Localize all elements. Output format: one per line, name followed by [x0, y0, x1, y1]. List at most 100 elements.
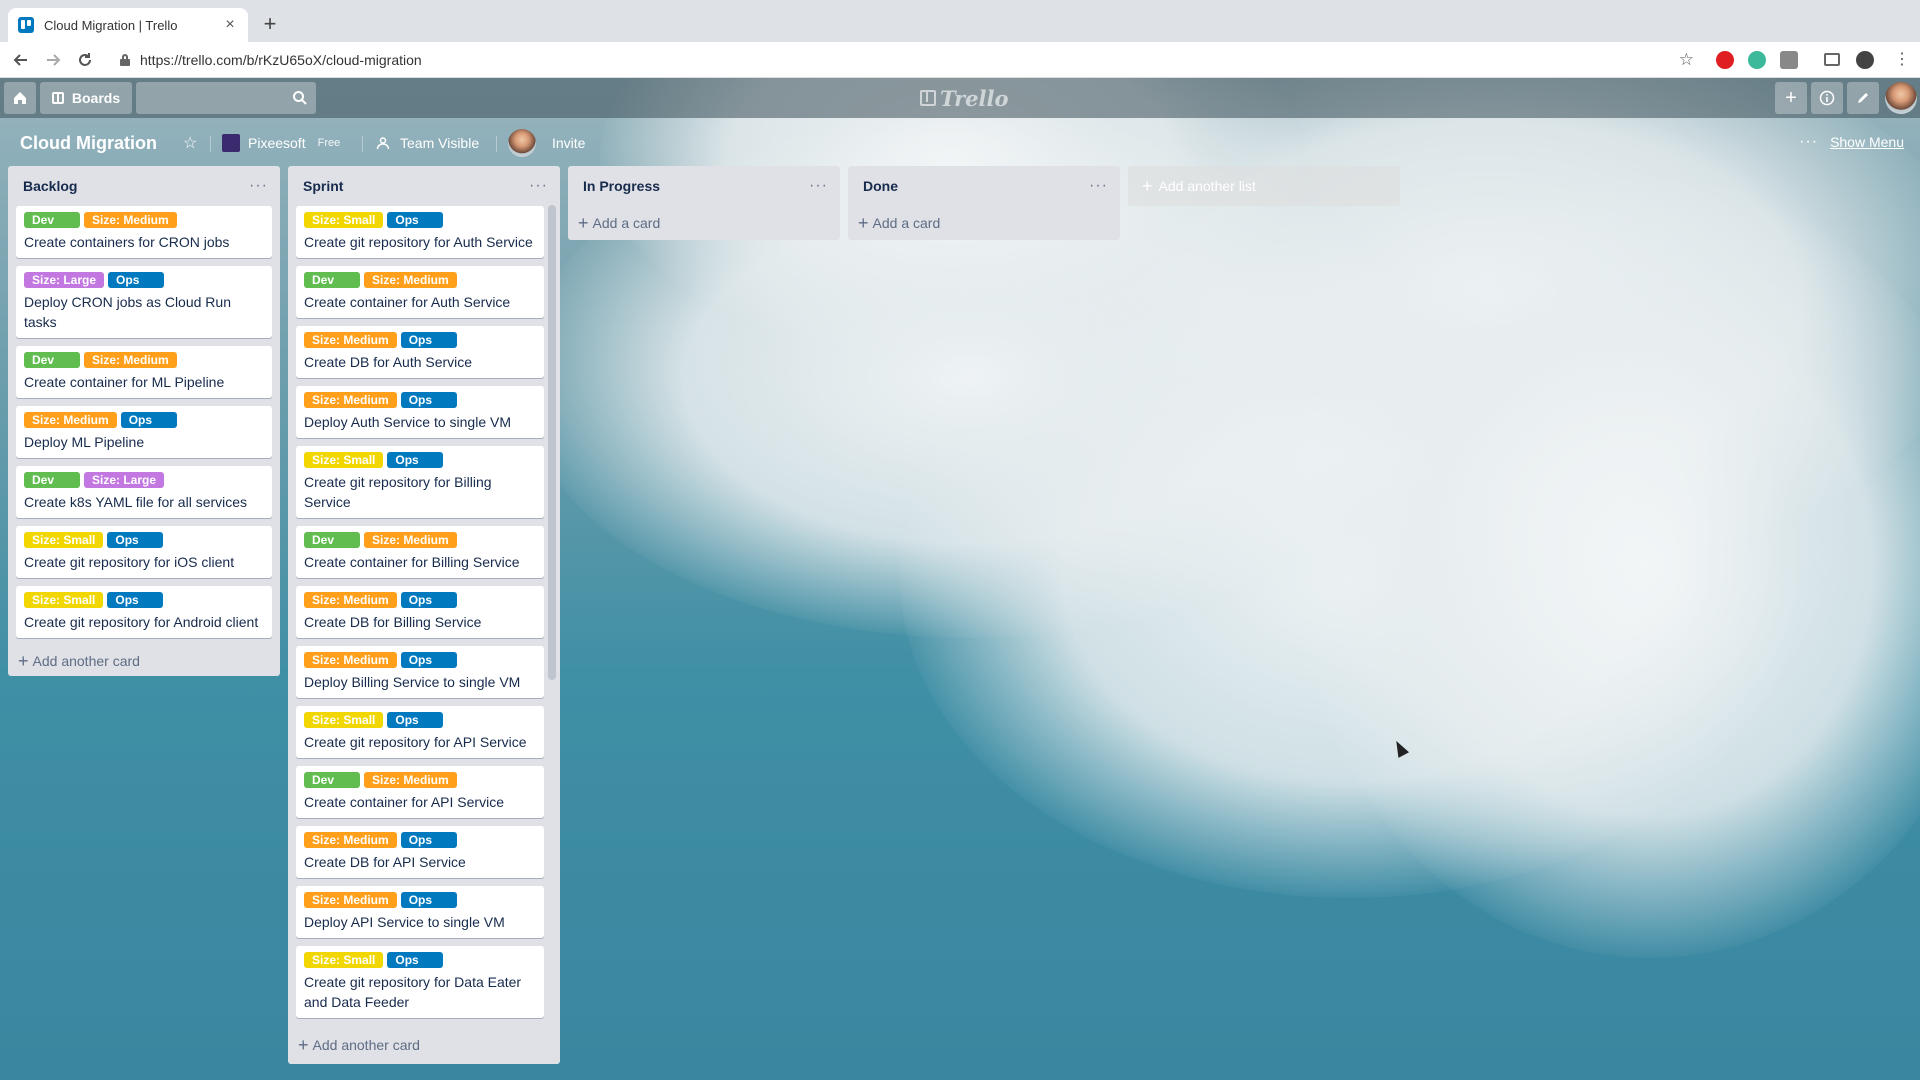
card-label: Ops [400, 392, 457, 408]
card-label: Ops [120, 412, 177, 428]
card-labels: Size: Medium Ops [304, 652, 536, 668]
info-button[interactable] [1811, 82, 1843, 114]
card-label: Size: Medium [84, 212, 177, 228]
address-bar[interactable]: https://trello.com/b/rKzU65oX/cloud-migr… [112, 46, 1702, 74]
back-button[interactable] [10, 49, 32, 71]
trello-logo-icon [920, 90, 936, 106]
boards-icon [51, 92, 64, 104]
close-tab-icon[interactable]: × [222, 17, 238, 33]
board-member-avatar[interactable] [508, 129, 536, 157]
card-title: Deploy API Service to single VM [304, 914, 505, 930]
list-title[interactable]: Sprint [303, 178, 529, 194]
card-labels: Size: Medium Ops [304, 332, 536, 348]
list-title[interactable]: Done [863, 178, 1089, 194]
list-menu-icon[interactable]: ··· [809, 178, 828, 194]
card[interactable]: Size: Small Ops Create git repository for … [296, 206, 544, 258]
team-logo-icon [222, 134, 240, 152]
list-title[interactable]: In Progress [583, 178, 809, 194]
list-scrollbar[interactable] [548, 205, 556, 680]
plan-badge: Free [317, 137, 341, 149]
card[interactable]: Size: Large Ops Deploy CRON jobs as Cloud … [16, 266, 272, 338]
bookmark-star-icon[interactable]: ☆ [1679, 50, 1694, 70]
add-card-button[interactable]: + Add another card [288, 1030, 420, 1060]
logo-text: Trello [940, 85, 1009, 111]
team-button[interactable]: Pixeesoft Free [222, 132, 340, 154]
card[interactable]: Size: Small Ops Create git repository for … [296, 446, 544, 518]
card-title: Create git repository for Data Eater and… [304, 974, 522, 1010]
list-menu-icon[interactable]: ··· [249, 178, 268, 194]
card-labels: Dev Size: Medium [24, 352, 264, 368]
create-button[interactable]: + [1775, 82, 1807, 114]
add-card-button[interactable]: + Add a card [568, 206, 840, 240]
add-card-button[interactable]: + Add a card [848, 206, 1120, 240]
card[interactable]: Size: Medium Ops Deploy Auth Service to si… [296, 386, 544, 438]
list-menu-icon[interactable]: ··· [1089, 178, 1108, 194]
board-title[interactable]: Cloud Migration [12, 130, 165, 156]
card-label: Ops [387, 712, 444, 728]
card-title: Create git repository for iOS client [24, 554, 235, 570]
cast-icon[interactable] [1824, 53, 1840, 66]
card-label: Size: Medium [304, 832, 397, 848]
card[interactable]: Dev Size: Medium Create container for ML P… [16, 346, 272, 398]
boards-button[interactable]: Boards [40, 82, 132, 114]
add-card-button[interactable]: + Add another card [8, 646, 280, 676]
browser-tabstrip: Cloud Migration | Trello × + [0, 0, 1920, 42]
list-title[interactable]: Backlog [23, 178, 249, 194]
card-label: Ops [387, 452, 444, 468]
list-menu-icon[interactable]: ··· [529, 178, 548, 194]
card-labels: Size: Small Ops [304, 452, 536, 468]
card-label: Size: Medium [304, 892, 397, 908]
card[interactable]: Dev Size: Medium Create container for Auth… [296, 266, 544, 318]
card-title: Create container for Billing Service [304, 554, 520, 570]
cloud-extension-icon[interactable] [1780, 51, 1798, 69]
home-button[interactable] [4, 82, 36, 114]
list-sprint: Sprint ··· Size: Small Ops Create git repo… [288, 166, 560, 1064]
new-tab-button[interactable]: + [258, 12, 282, 36]
notifications-button[interactable] [1847, 82, 1879, 114]
member-avatar[interactable] [1885, 82, 1917, 114]
profile-extension-icon[interactable] [1856, 51, 1874, 69]
card[interactable]: Size: Medium Ops Deploy API Service to sin… [296, 886, 544, 938]
card-title: Create k8s YAML file for all services [24, 494, 248, 510]
search-box[interactable] [136, 82, 316, 114]
card[interactable]: Size: Small Ops Create git repository for … [296, 706, 544, 758]
opera-extension-icon[interactable] [1716, 51, 1734, 69]
star-board-icon[interactable]: ☆ [183, 132, 197, 154]
card-label: Dev [24, 212, 80, 228]
card-label: Size: Small [304, 452, 384, 468]
card[interactable]: Size: Small Ops Create git repository for … [16, 586, 272, 638]
plus-icon: + [858, 213, 869, 233]
card[interactable]: Dev Size: Large Create k8s YAML file for a… [16, 466, 272, 518]
card-label: Ops [400, 332, 457, 348]
trello-logo[interactable]: Trello [920, 85, 1009, 111]
card[interactable]: Size: Medium Ops Create DB for API Service [296, 826, 544, 878]
card[interactable]: Size: Medium Ops Deploy ML Pipeline [16, 406, 272, 458]
invite-button[interactable]: Invite [552, 132, 585, 154]
card[interactable]: Dev Size: Medium Create container for API … [296, 766, 544, 818]
card-label: Dev [304, 272, 360, 288]
card-label: Size: Medium [304, 392, 397, 408]
card[interactable]: Size: Small Ops Create git repository for … [16, 526, 272, 578]
add-list-button[interactable]: + Add another list [1128, 166, 1400, 206]
grammarly-extension-icon[interactable] [1748, 51, 1766, 69]
card[interactable]: Size: Medium Ops Deploy Billing Service to… [296, 646, 544, 698]
card[interactable]: Size: Small Ops Create git repository for … [296, 946, 544, 1018]
forward-button[interactable] [42, 49, 64, 71]
browser-menu-icon[interactable]: ⋮ [1893, 51, 1911, 69]
card[interactable]: Dev Size: Medium Create container for Bill… [296, 526, 544, 578]
card[interactable]: Size: Medium Ops Create DB for Billing Ser… [296, 586, 544, 638]
card-label: Size: Medium [364, 532, 457, 548]
search-icon[interactable] [292, 90, 308, 106]
card[interactable]: Dev Size: Medium Create containers for CRO… [16, 206, 272, 258]
visibility-button[interactable]: Team Visible [376, 132, 479, 154]
card[interactable]: Size: Medium Ops Create DB for Auth Servic… [296, 326, 544, 378]
browser-tab[interactable]: Cloud Migration | Trello × [8, 8, 248, 42]
reload-button[interactable] [74, 49, 96, 71]
search-input[interactable] [136, 82, 286, 114]
card-title: Create DB for Auth Service [304, 354, 473, 370]
card-labels: Dev Size: Medium [304, 772, 536, 788]
show-menu-button[interactable]: ··· Show Menu [1799, 133, 1904, 151]
card-labels: Size: Medium Ops [304, 592, 536, 608]
plus-icon: + [1785, 86, 1797, 109]
card-label: Ops [387, 952, 444, 968]
